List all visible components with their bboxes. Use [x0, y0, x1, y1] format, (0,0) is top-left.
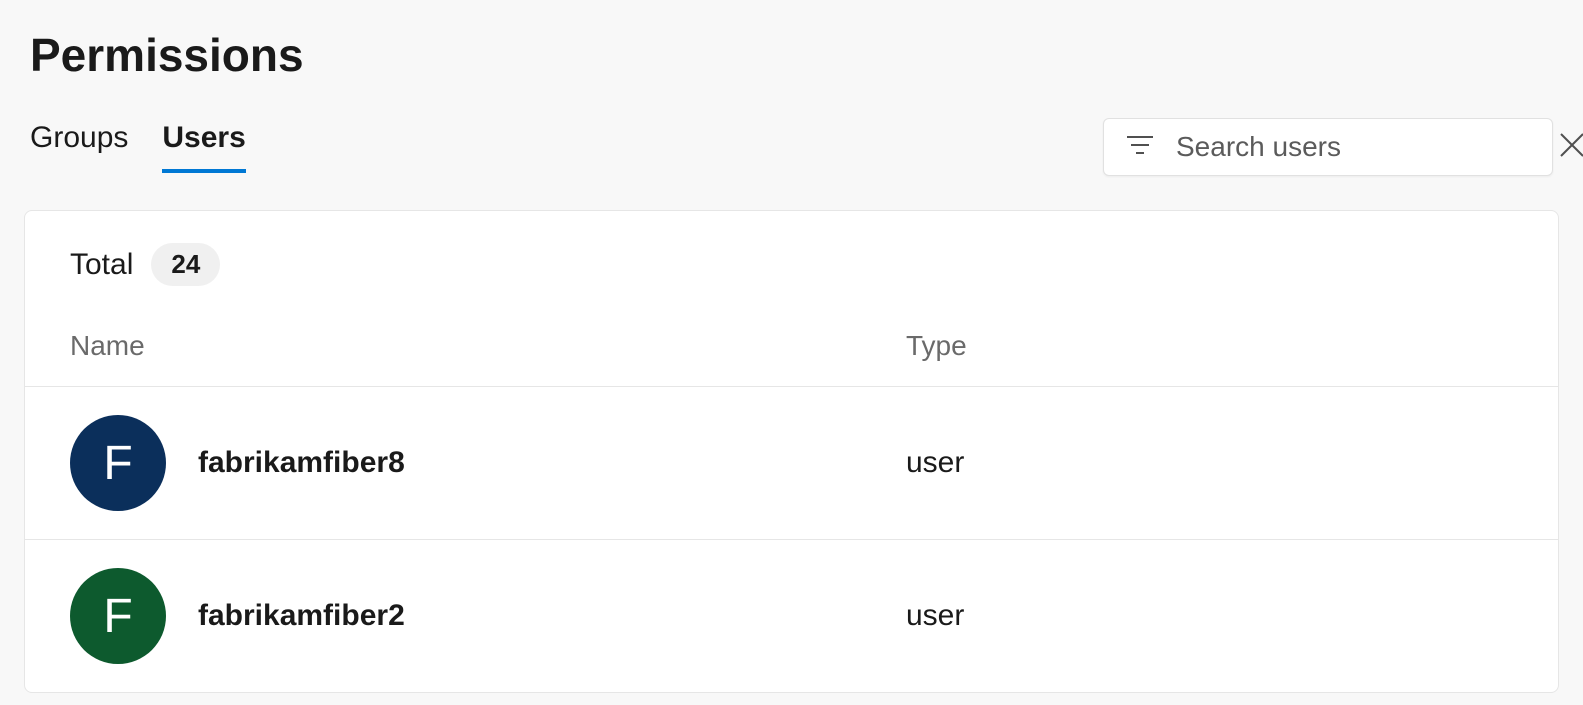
page-title: Permissions [0, 0, 1583, 82]
search-input[interactable] [1176, 131, 1537, 163]
tab-groups[interactable]: Groups [30, 121, 128, 173]
table-row[interactable]: F fabrikamfiber2 user [25, 540, 1558, 692]
table-header: Name Type [25, 314, 1558, 387]
total-row: Total 24 [25, 211, 1558, 314]
name-cell: F fabrikamfiber2 [70, 568, 906, 664]
close-icon[interactable] [1559, 132, 1583, 163]
user-name: fabrikamfiber2 [198, 599, 405, 633]
table-row[interactable]: F fabrikamfiber8 user [25, 387, 1558, 540]
user-name: fabrikamfiber8 [198, 446, 405, 480]
type-cell: user [906, 446, 1513, 480]
total-count-badge: 24 [151, 243, 220, 286]
header-row: Groups Users [0, 82, 1583, 176]
avatar: F [70, 415, 166, 511]
tabs: Groups Users [30, 121, 246, 173]
column-header-name[interactable]: Name [70, 330, 906, 362]
column-header-type[interactable]: Type [906, 330, 1513, 362]
search-box[interactable] [1103, 118, 1553, 176]
name-cell: F fabrikamfiber8 [70, 415, 906, 511]
filter-icon [1126, 135, 1154, 160]
tab-users[interactable]: Users [162, 121, 245, 173]
type-cell: user [906, 599, 1513, 633]
total-label: Total [70, 248, 133, 282]
avatar: F [70, 568, 166, 664]
users-card: Total 24 Name Type F fabrikamfiber8 user… [24, 210, 1559, 693]
